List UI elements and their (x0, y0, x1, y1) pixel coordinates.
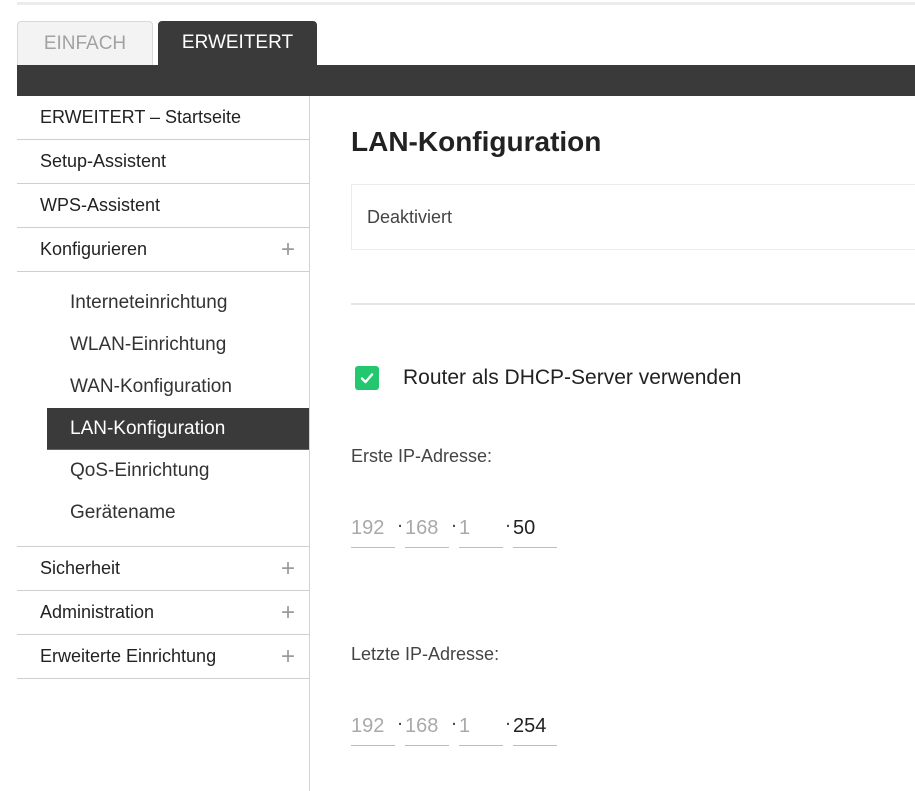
sidebar-item-advanced-home[interactable]: ERWEITERT – Startseite (17, 96, 309, 140)
sidebar-item-configure[interactable]: Konfigurieren + (17, 228, 309, 272)
submenu-item-qos-setup[interactable]: QoS-Einrichtung (17, 450, 309, 492)
expand-plus-icon[interactable]: + (281, 644, 295, 669)
sidebar-item-label: WPS-Assistent (40, 195, 161, 215)
sidebar-item-label: Setup-Assistent (40, 151, 167, 171)
last-ip-octet-1[interactable] (351, 708, 395, 746)
section-divider (351, 303, 915, 305)
submenu-item-internet-setup[interactable]: Interneteinrichtung (17, 282, 309, 324)
ip-separator: . (451, 708, 457, 730)
last-ip-label: Letzte IP-Adresse: (351, 644, 500, 664)
sidebar-item-label: Konfigurieren (40, 239, 148, 259)
status-box: Deaktiviert (351, 184, 915, 250)
last-ip-octet-2[interactable] (405, 708, 449, 746)
expand-plus-icon[interactable]: + (281, 600, 295, 625)
first-ip-octet-1[interactable] (351, 510, 395, 548)
last-ip-octet-3[interactable] (459, 708, 503, 746)
sidebar-item-advanced-setup[interactable]: Erweiterte Einrichtung + (17, 635, 309, 679)
sidebar-item-label: Administration (40, 602, 155, 622)
tab-simple[interactable]: EINFACH (17, 21, 153, 65)
expand-plus-icon[interactable]: + (281, 556, 295, 581)
expand-plus-icon[interactable]: + (281, 237, 295, 262)
sidebar: ERWEITERT – Startseite Setup-Assistent W… (17, 96, 310, 791)
sidebar-item-administration[interactable]: Administration + (17, 591, 309, 635)
sidebar-item-setup-wizard[interactable]: Setup-Assistent (17, 140, 309, 184)
last-ip-octet-4[interactable] (513, 708, 557, 746)
submenu-item-wan-config[interactable]: WAN-Konfiguration (17, 366, 309, 408)
first-ip-octet-2[interactable] (405, 510, 449, 548)
ip-separator: . (505, 708, 511, 730)
first-ip-label: Erste IP-Adresse: (351, 446, 493, 466)
last-ip-input-group: . . . (351, 708, 557, 746)
header-bar (17, 65, 915, 96)
sidebar-item-label: Erweiterte Einrichtung (40, 646, 217, 666)
top-border (17, 2, 915, 5)
sidebar-item-label: Sicherheit (40, 558, 121, 578)
configure-submenu: Interneteinrichtung WLAN-Einrichtung WAN… (17, 272, 309, 547)
page-title: LAN-Konfiguration (351, 126, 602, 157)
dhcp-server-option[interactable]: Router als DHCP-Server verwenden (355, 366, 741, 390)
tab-advanced[interactable]: ERWEITERT (158, 21, 317, 65)
sidebar-item-security[interactable]: Sicherheit + (17, 547, 309, 591)
first-ip-octet-3[interactable] (459, 510, 503, 548)
first-ip-octet-4[interactable] (513, 510, 557, 548)
ip-separator: . (397, 708, 403, 730)
submenu-item-device-name[interactable]: Gerätename (17, 492, 309, 534)
submenu-item-lan-config[interactable]: LAN-Konfiguration (47, 408, 309, 450)
ip-separator: . (397, 510, 403, 532)
dhcp-checkbox[interactable] (355, 366, 379, 390)
status-text: Deaktiviert (367, 206, 453, 227)
first-ip-input-group: . . . (351, 510, 557, 548)
sidebar-item-wps-wizard[interactable]: WPS-Assistent (17, 184, 309, 228)
sidebar-item-label: ERWEITERT – Startseite (40, 107, 242, 127)
checkmark-icon (360, 373, 374, 384)
ip-separator: . (451, 510, 457, 532)
ip-separator: . (505, 510, 511, 532)
submenu-item-wlan-setup[interactable]: WLAN-Einrichtung (17, 324, 309, 366)
dhcp-label: Router als DHCP-Server verwenden (403, 366, 742, 389)
